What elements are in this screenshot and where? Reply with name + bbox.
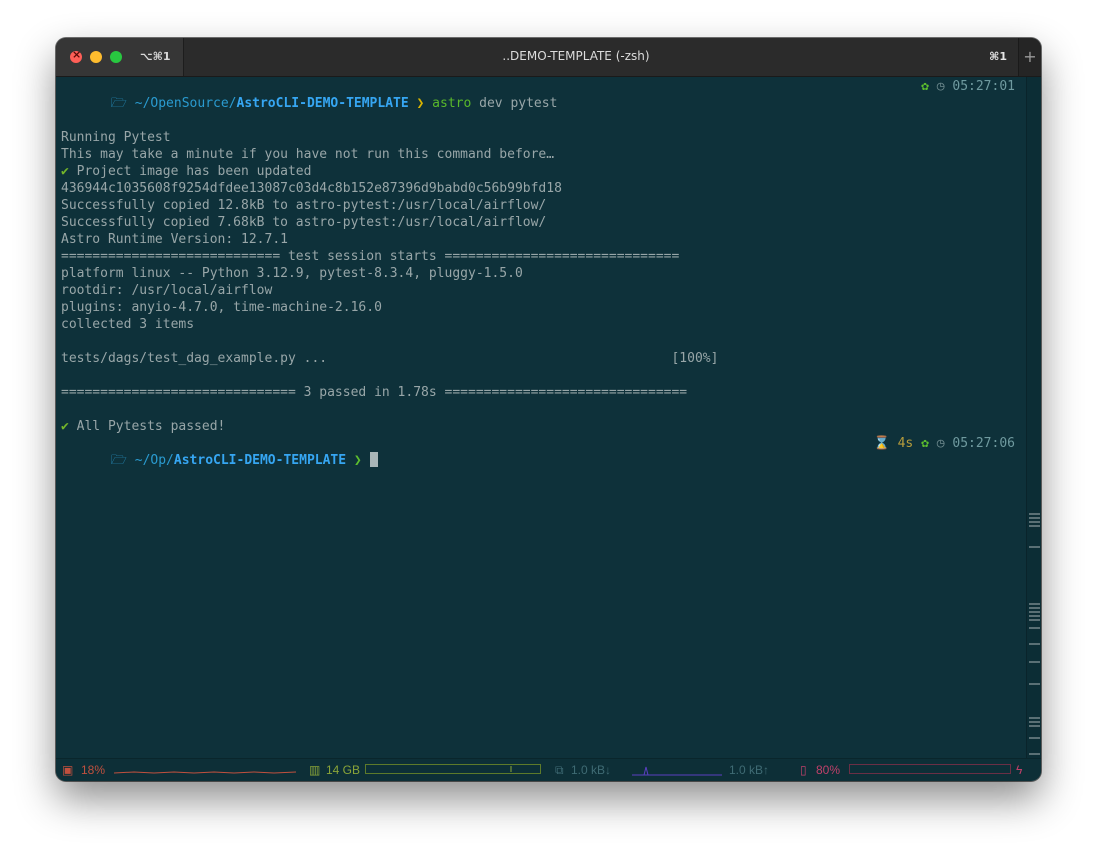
minimap-mark	[1029, 619, 1040, 621]
scrollbar[interactable]	[1026, 77, 1041, 781]
status-bar: ▣ 18% ▥ 14 GB ⧉ 1.0 kB↓ 1.0 kB↑ ▯ 80% ϟ	[56, 758, 1041, 781]
check-icon: ✔	[61, 164, 69, 179]
folder-icon: 🗁	[110, 453, 127, 468]
output-line: plugins: anyio-4.7.0, time-machine-2.16.…	[61, 300, 382, 315]
battery-graph	[849, 764, 1011, 774]
path-prefix: ~/Op/	[134, 453, 174, 468]
output-line: Astro Runtime Version: 12.7.1	[61, 232, 288, 247]
zoom-button[interactable]	[110, 51, 122, 63]
minimap-mark	[1029, 517, 1040, 519]
output-text: All Pytests passed!	[76, 419, 226, 434]
output-line: Successfully copied 12.8kB to astro-pyte…	[61, 198, 547, 213]
minimap-mark	[1029, 513, 1040, 515]
output-line: ✔ All Pytests passed!	[61, 418, 225, 435]
command-duration: 4s	[897, 436, 914, 451]
tab-shortcut-left: ⌥⌘1	[140, 50, 171, 63]
minimap-mark	[1029, 643, 1040, 645]
cpu-usage: 18%	[81, 763, 106, 777]
cpu-graph	[114, 771, 296, 774]
title-bar: ⌥⌘1 ..DEMO-TEMPLATE (-zsh) ⌘1 +	[56, 38, 1041, 77]
minimap-mark	[1029, 721, 1040, 723]
clock-icon: ◷	[936, 436, 945, 451]
charging-icon: ϟ	[1016, 763, 1023, 777]
text-cursor[interactable]	[369, 452, 378, 467]
minimap-mark	[1029, 525, 1040, 527]
minimap-mark	[1029, 627, 1040, 629]
close-button[interactable]	[70, 48, 82, 63]
chevron-icon: ❯	[353, 453, 362, 468]
minimap-mark	[1029, 521, 1040, 523]
output-line: rootdir: /usr/local/airflow	[61, 283, 273, 298]
minimap-mark	[1029, 725, 1040, 727]
output-line: This may take a minute if you have not r…	[61, 147, 555, 162]
network-icon: ⧉	[555, 763, 564, 777]
prompt-status-2: ⌛ 4s ✿ ◷ 05:27:06	[874, 435, 1015, 452]
output-line: ============================== 3 passed …	[61, 385, 688, 400]
minimap-mark	[1029, 737, 1040, 739]
network-download: 1.0 kB↓	[571, 763, 612, 777]
terminal-window: ⌥⌘1 ..DEMO-TEMPLATE (-zsh) ⌘1 + 🗁 ~/Open…	[56, 38, 1041, 781]
prompt-line-2: 🗁 ~/Op/AstroCLI-DEMO-TEMPLATE ❯ ⌛ 4s ✿ ◷…	[56, 435, 1027, 503]
minimap-mark	[1029, 611, 1040, 613]
gear-icon: ✿	[921, 436, 929, 451]
hourglass-icon: ⌛	[873, 436, 890, 451]
output-line: Running Pytest	[61, 130, 171, 145]
prompt-time: 05:27:06	[952, 436, 1015, 451]
chevron-icon: ❯	[416, 96, 425, 111]
minimize-button[interactable]	[90, 51, 102, 63]
command: astro	[432, 96, 472, 111]
network-upload: 1.0 kB↑	[729, 763, 770, 777]
cpu-icon: ▣	[62, 763, 74, 777]
output-line: platform linux -- Python 3.12.9, pytest-…	[61, 266, 523, 281]
network-graph	[632, 766, 722, 776]
prompt-time: 05:27:01	[952, 79, 1015, 94]
output-line: 436944c1035608f9254dfdee13087c03d4c8b152…	[61, 181, 562, 196]
output-line: ============================ test sessio…	[61, 249, 680, 264]
memory-icon: ▥	[309, 763, 321, 777]
minimap-mark	[1029, 753, 1040, 755]
tab-left[interactable]: ⌥⌘1	[56, 38, 184, 76]
memory-graph	[365, 764, 541, 774]
path-prefix: ~/OpenSource/	[134, 96, 237, 111]
minimap-mark	[1029, 607, 1040, 609]
output-line: tests/dags/test_dag_example.py ... [100%…	[61, 351, 719, 366]
command-args: dev pytest	[479, 96, 558, 111]
window-title: ..DEMO-TEMPLATE (-zsh)	[502, 49, 650, 63]
path-dir: AstroCLI-DEMO-TEMPLATE	[236, 96, 409, 111]
tab-shortcut-right: ⌘1	[989, 50, 1007, 63]
output-text: Project image has been updated	[76, 164, 312, 179]
new-tab-button[interactable]: +	[1018, 38, 1041, 76]
prompt-line-1: 🗁 ~/OpenSource/AstroCLI-DEMO-TEMPLATE ❯ …	[56, 78, 1027, 146]
check-icon: ✔	[61, 419, 69, 434]
terminal-output[interactable]: 🗁 ~/OpenSource/AstroCLI-DEMO-TEMPLATE ❯ …	[56, 77, 1027, 763]
memory-usage: 14 GB	[326, 763, 361, 777]
folder-icon: 🗁	[110, 96, 127, 111]
minimap-mark	[1029, 603, 1040, 605]
minimap-mark	[1029, 661, 1040, 663]
output-line: ✔ Project image has been updated	[61, 163, 311, 180]
prompt-status-1: ✿ ◷ 05:27:01	[921, 78, 1015, 95]
output-line: collected 3 items	[61, 317, 195, 332]
minimap-mark	[1029, 717, 1040, 719]
output-line: Successfully copied 7.68kB to astro-pyte…	[61, 215, 547, 230]
minimap-mark	[1029, 615, 1040, 617]
clock-icon: ◷	[936, 79, 945, 94]
battery-icon: ▯	[800, 763, 807, 777]
minimap-mark	[1029, 546, 1040, 548]
gear-icon: ✿	[921, 79, 929, 94]
path-dir: AstroCLI-DEMO-TEMPLATE	[173, 453, 347, 468]
battery-level: 80%	[816, 763, 841, 777]
minimap-mark	[1029, 683, 1040, 685]
